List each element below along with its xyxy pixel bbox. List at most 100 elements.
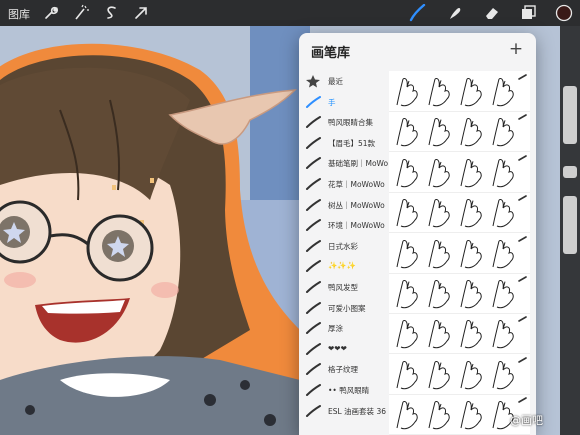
wrench-icon[interactable] [42, 4, 60, 22]
brush-preview-row[interactable] [389, 192, 530, 234]
hand-gesture-sketch [428, 360, 450, 390]
eraser-icon[interactable] [483, 4, 501, 22]
brush-category-label: 格子纹理 [328, 365, 358, 375]
hand-gesture-sketch [428, 199, 450, 228]
hand-gesture-sketch [396, 320, 418, 349]
brush-category-item[interactable]: 鸭风眼睛合集 [299, 112, 387, 133]
hand-gesture-sketch [460, 280, 482, 309]
brush-stroke-icon [306, 342, 321, 355]
brush-category-item[interactable]: ESL 油画套装 36 [299, 401, 387, 422]
watermark: @画吧 [510, 414, 543, 427]
brush-stroke-icon [306, 157, 321, 170]
modify-button[interactable] [563, 166, 577, 178]
hand-sketch-stamp [396, 276, 527, 309]
brush-size-slider[interactable] [563, 86, 577, 144]
gallery-button[interactable]: 图库 [8, 6, 30, 22]
smudge-icon[interactable] [446, 4, 464, 22]
opacity-slider[interactable] [563, 196, 577, 254]
hand-gesture-sketch [492, 360, 514, 390]
brush-category-label: ✨✨✨ [328, 261, 357, 271]
brush-category-item[interactable]: 基础笔刷｜MoWoWo [299, 153, 388, 174]
hand-gesture-sketch [396, 78, 418, 107]
brush-stroke-icon [306, 301, 321, 314]
brush-preview-row[interactable] [389, 152, 530, 193]
brush-preview-row[interactable] [389, 354, 530, 395]
brush-stroke-icon [306, 404, 321, 417]
brush-category-item[interactable]: 日式水彩 [299, 236, 387, 257]
add-brush-set-button[interactable]: + [506, 39, 526, 59]
brush-category-item[interactable]: 厚涂 [299, 318, 387, 339]
hand-gesture-sketch [428, 239, 450, 268]
brush-library-panel: 画笔库 + 最近手鸭风眼睛合集【眉毛】51款基础笔刷｜MoWoWo 花草｜MoWo… [299, 33, 536, 435]
magic-wand-icon[interactable] [72, 4, 90, 22]
brush-category-item[interactable]: 树丛｜MoWoWo [299, 195, 387, 216]
hand-gesture-sketch [492, 239, 514, 268]
brush-category-label: 厚涂 [328, 324, 343, 334]
hand-gesture-sketch [492, 320, 514, 349]
brush-category-item[interactable]: ❤❤❤ [299, 339, 387, 360]
brush-preview-row[interactable] [389, 71, 530, 112]
star-icon [306, 75, 320, 88]
brush-category-label: 最近 [328, 77, 343, 86]
brush-category-label: 花草｜MoWoWo [328, 179, 385, 189]
hand-sketch-stamp [396, 235, 527, 268]
layers-icon[interactable] [519, 4, 537, 22]
brush-category-item[interactable]: 手 [299, 92, 387, 113]
brush-preview-row[interactable] [389, 394, 530, 435]
hand-gesture-sketch [492, 199, 514, 228]
brush-stroke-icon [306, 280, 321, 293]
brush-stroke-icon [518, 316, 527, 323]
arrow-transform-icon[interactable] [132, 4, 150, 22]
brush-category-item[interactable]: 鸭风发型 [299, 277, 387, 298]
brush-category-item[interactable]: 可爱小图案 [299, 298, 387, 319]
top-toolbar: 图库 [0, 0, 580, 26]
hand-gesture-sketch [428, 401, 450, 430]
brush-category-label: 手 [328, 97, 336, 107]
hand-sketch-stamp [396, 74, 527, 107]
brush-category-item[interactable]: 【眉毛】51款 [299, 133, 387, 154]
hand-gesture-sketch [492, 280, 514, 309]
brush-category-label: 鸭风发型 [328, 282, 358, 292]
brush-category-item[interactable]: 最近 [299, 71, 387, 92]
brush-category-item[interactable]: •• 鸭风眼睛 [299, 380, 387, 401]
hand-gesture-sketch [460, 158, 482, 188]
brush-icon[interactable] [408, 4, 426, 22]
brush-stroke-icon [518, 356, 527, 363]
selection-s-icon[interactable] [102, 4, 120, 22]
brush-stroke-icon [518, 74, 527, 80]
hand-gesture-sketch [460, 320, 482, 349]
brush-stroke-icon [306, 383, 321, 396]
brush-stroke-icon [518, 114, 527, 121]
brush-category-item[interactable]: ✨✨✨ [299, 256, 387, 277]
brush-category-label: 可爱小图案 [328, 303, 366, 313]
color-icon[interactable] [555, 4, 573, 22]
hand-sketch-stamp [396, 154, 527, 188]
brush-preview-row[interactable] [389, 313, 530, 355]
brush-category-item[interactable]: 环境｜MoWoWo [299, 215, 387, 236]
brush-stroke-icon [518, 154, 527, 161]
hand-gesture-sketch [396, 401, 418, 430]
brush-category-label: 鸭风眼睛合集 [328, 118, 373, 128]
hand-gesture-sketch [428, 320, 450, 349]
brush-category-item[interactable]: 花草｜MoWoWo [299, 174, 387, 195]
hand-gesture-sketch [396, 239, 418, 268]
hand-sketch-stamp [396, 397, 527, 430]
brush-stroke-icon [306, 116, 321, 129]
brush-preview-row[interactable] [389, 273, 530, 314]
hand-sketch-stamp [396, 195, 527, 228]
brush-stroke-icon [306, 219, 321, 232]
brush-stroke-icon [518, 195, 527, 201]
hand-gesture-sketch [428, 78, 450, 107]
hand-gesture-sketch [460, 118, 482, 147]
panel-title: 画笔库 [311, 46, 351, 61]
brush-category-label: 【眉毛】51款 [328, 138, 376, 148]
brush-stroke-icon [306, 322, 321, 335]
brush-category-item[interactable]: 格子纹理 [299, 359, 387, 380]
brush-preview-row[interactable] [389, 111, 530, 153]
brush-preview-row[interactable] [389, 233, 530, 274]
brush-stroke-icon [306, 363, 321, 376]
brush-stroke-icon [306, 136, 321, 149]
undo-icon[interactable] [563, 296, 577, 308]
redo-icon[interactable] [563, 326, 577, 338]
hand-gesture-sketch [428, 118, 450, 147]
